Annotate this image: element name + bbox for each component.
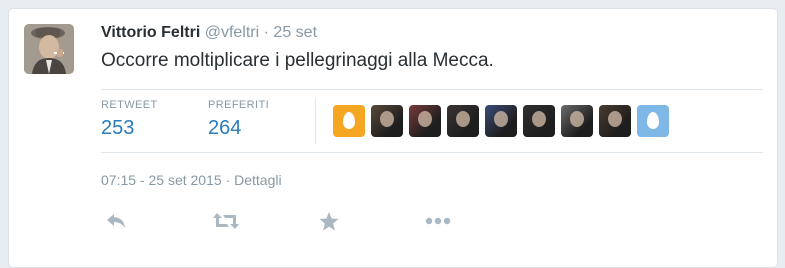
favoriter-photo bbox=[570, 111, 584, 127]
author-avatar[interactable] bbox=[24, 24, 74, 74]
timestamp-separator: · bbox=[225, 172, 231, 188]
favoriter-photo bbox=[494, 111, 508, 127]
retweets-stat[interactable]: RETWEET 253 bbox=[101, 98, 158, 140]
favoriter-photo bbox=[532, 111, 546, 127]
more-icon bbox=[425, 217, 451, 225]
more-button[interactable] bbox=[423, 207, 453, 235]
retweet-icon bbox=[213, 213, 239, 229]
stats-divider bbox=[315, 98, 316, 144]
favoriter-avatar[interactable] bbox=[371, 105, 403, 137]
egg-icon bbox=[343, 112, 355, 129]
tweet-text: Occorre moltiplicare i pellegrinaggi all… bbox=[101, 50, 494, 71]
tweet-header: Vittorio Feltri @vfeltri · 25 set bbox=[101, 23, 317, 43]
favoriter-avatar[interactable] bbox=[409, 105, 441, 137]
favoriter-avatar[interactable] bbox=[485, 105, 517, 137]
egg-icon bbox=[647, 112, 659, 129]
author-avatar-image bbox=[24, 24, 74, 74]
details-link[interactable]: Dettagli bbox=[234, 172, 281, 188]
favoriter-avatar[interactable] bbox=[561, 105, 593, 137]
star-icon bbox=[319, 211, 339, 230]
favoriter-photo bbox=[418, 111, 432, 127]
favoriter-avatar[interactable] bbox=[333, 105, 365, 137]
favoriter-photo bbox=[456, 111, 470, 127]
favoriter-photo bbox=[608, 111, 622, 127]
retweets-count: 253 bbox=[101, 117, 135, 139]
header-separator: · bbox=[263, 24, 269, 41]
retweet-button[interactable] bbox=[211, 207, 241, 235]
favorites-count: 264 bbox=[208, 117, 242, 139]
author-handle[interactable]: @vfeltri bbox=[205, 24, 259, 41]
favoriter-avatar[interactable] bbox=[523, 105, 555, 137]
favoriter-photo bbox=[380, 111, 394, 127]
tweet-stats: RETWEET 253 PREFERITI 264 bbox=[101, 89, 763, 153]
favoriter-avatar[interactable] bbox=[637, 105, 669, 137]
reply-icon bbox=[107, 214, 125, 228]
favorites-stat[interactable]: PREFERITI 264 bbox=[208, 98, 269, 140]
tweet-timestamp: 07:15 - 25 set 2015 · Dettagli bbox=[101, 172, 282, 188]
tweet-card: Vittorio Feltri @vfeltri · 25 set Occorr… bbox=[8, 8, 778, 268]
reply-button[interactable] bbox=[101, 207, 131, 235]
tweet-date[interactable]: 25 set bbox=[273, 24, 317, 41]
favorite-button[interactable] bbox=[314, 207, 344, 235]
favoriter-avatar[interactable] bbox=[447, 105, 479, 137]
favoriter-avatar[interactable] bbox=[599, 105, 631, 137]
author-name[interactable]: Vittorio Feltri bbox=[101, 24, 200, 41]
retweets-label: RETWEET bbox=[101, 99, 158, 111]
timestamp-text[interactable]: 07:15 - 25 set 2015 bbox=[101, 172, 222, 188]
favorites-label: PREFERITI bbox=[208, 99, 270, 111]
